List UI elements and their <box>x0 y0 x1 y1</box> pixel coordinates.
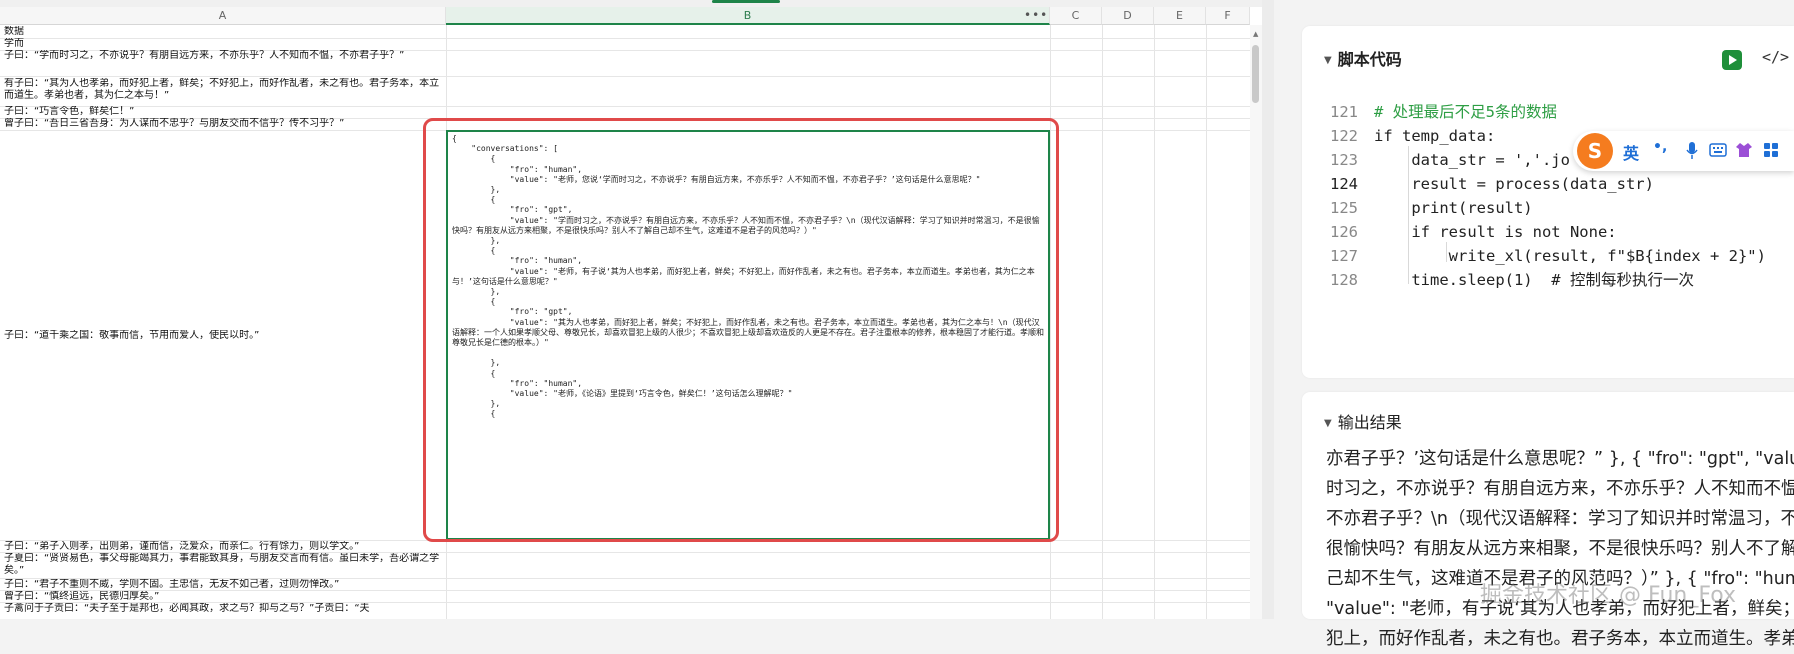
cell-a8[interactable]: 子曰：“弟子入则孝，出则弟，谨而信，泛爱众，而亲仁。行有馀力，则以学文。” <box>4 541 440 553</box>
gridline <box>1206 25 1207 619</box>
cell-a2[interactable]: 学而 <box>4 38 440 50</box>
spreadsheet[interactable]: A B ••• C D E F 数据 学而 子曰：“学而时习之，不亦说乎？有朋自… <box>0 0 1262 619</box>
toolbox-grid-icon[interactable] <box>1763 142 1779 158</box>
ime-punct-toggle[interactable]: •, <box>1653 139 1667 155</box>
play-icon <box>1729 55 1737 65</box>
code-line-current[interactable]: 124 result = process(data_str) <box>1302 172 1794 196</box>
output-line: 亦君子乎？’这句话是什么意思呢？” }, { "fro": "gpt", "va… <box>1326 449 1794 469</box>
column-header-e[interactable]: E <box>1154 7 1206 25</box>
output-line: 不亦君子乎？\n（现代汉语解释：学习了知识并时常温习，不是 <box>1326 509 1794 529</box>
watermark-text: 掘金技术社区 @ Fun_Fox <box>1480 583 1736 608</box>
code-line[interactable]: 126 if result is not None: <box>1302 220 1794 244</box>
output-line: 很愉快吗？有朋友从远方来相聚，不是很快乐吗？别人不了解自 <box>1326 539 1794 559</box>
cell-a9[interactable]: 子夏曰：“贤贤易色，事父母能竭其力，事君能致其身，与朋友交言而有信。虽曰未学，吾… <box>4 553 440 579</box>
cell-a5[interactable]: 子曰：“巧言令色，鲜矣仁！” <box>4 106 440 118</box>
column-header-c[interactable]: C <box>1050 7 1102 25</box>
cell-a1[interactable]: 数据 <box>4 26 440 38</box>
gridline <box>1154 25 1155 619</box>
column-header-f[interactable]: F <box>1206 7 1250 25</box>
ime-lang-toggle[interactable]: 英 <box>1623 140 1639 164</box>
skin-shirt-icon[interactable] <box>1735 141 1753 159</box>
collapse-triangle-icon[interactable]: ▼ <box>1324 55 1332 66</box>
cell-a11[interactable]: 曾子曰：“慎终追远，民德归厚矣。” <box>4 591 440 603</box>
script-panel-title: 脚本代码 <box>1337 50 1402 69</box>
sheet-top-strip <box>0 0 1262 7</box>
script-panel: ▼ 脚本代码 </> 121 # 处理最后不足5条的数据 122 if temp_da… <box>1302 26 1794 378</box>
scrollbar-thumb[interactable] <box>1252 45 1259 103</box>
microphone-icon[interactable] <box>1685 141 1699 161</box>
output-line: 犯上，而好作乱者，未之有也。君子务本，本立而道生。孝弟 <box>1326 629 1794 649</box>
output-line: 时习之，不亦说乎？有朋自远方来，不亦乐乎？人不知而不愠， <box>1326 479 1794 499</box>
vertical-scrollbar[interactable]: ▲ <box>1250 25 1262 619</box>
collapse-triangle-icon[interactable]: ▼ <box>1324 418 1332 429</box>
gridline <box>0 76 1250 77</box>
code-line[interactable]: 125 print(result) <box>1302 196 1794 220</box>
output-panel-header[interactable]: ▼ 输出结果 <box>1324 409 1402 433</box>
sogou-logo-icon[interactable]: S <box>1577 133 1613 169</box>
column-header-a[interactable]: A <box>0 7 446 25</box>
column-header-d[interactable]: D <box>1102 7 1154 25</box>
scroll-up-icon[interactable]: ▲ <box>1253 30 1258 38</box>
cell-a12[interactable]: 子禽问于子贡曰：“夫子至于是邦也，必闻其政，求之与？抑与之与？”子贡曰：“夫 <box>4 603 440 619</box>
panel-divider <box>1262 0 1274 619</box>
cell-a10[interactable]: 子曰：“君子不重则不威，学则不固。主忠信，无友不如己者，过则勿惮改。” <box>4 579 440 591</box>
gridline <box>1102 25 1103 619</box>
highlight-annotation-box <box>423 118 1059 542</box>
output-panel-title: 输出结果 <box>1337 413 1402 432</box>
selected-column-marker <box>712 0 780 3</box>
cell-a3[interactable]: 子曰：“学而时习之，不亦说乎？有朋自远方来，不亦乐乎？人不知而不愠，不亦君子乎？… <box>4 50 440 76</box>
column-more-icon[interactable]: ••• <box>1024 8 1048 22</box>
cell-a6[interactable]: 曾子曰：“吾日三省吾身：为人谋而不忠乎？与朋友交而不信乎？传不习乎？” <box>4 118 440 130</box>
run-button[interactable] <box>1722 50 1742 70</box>
code-line[interactable]: 127 write_xl(result, f"$B{index + 2}") <box>1302 244 1794 268</box>
code-line[interactable]: 128 time.sleep(1) # 控制每秒执行一次 <box>1302 268 1794 292</box>
keyboard-icon[interactable] <box>1709 143 1727 157</box>
ime-toolbar[interactable]: S 英 •, <box>1573 131 1794 171</box>
script-panel-header[interactable]: ▼ 脚本代码 <box>1324 46 1402 70</box>
column-header-b[interactable]: B <box>446 7 1050 25</box>
output-text[interactable]: 亦君子乎？’这句话是什么意思呢？” }, { "fro": "gpt", "va… <box>1326 444 1794 654</box>
code-toggle-icon[interactable]: </> <box>1762 48 1789 66</box>
cell-a4[interactable]: 有子曰：“其为人也孝弟，而好犯上者，鲜矣；不好犯上，而好作乱者，未之有也。君子务… <box>4 78 440 106</box>
code-line[interactable]: 121 # 处理最后不足5条的数据 <box>1302 100 1794 124</box>
cell-a7[interactable]: 子曰：“道千乘之国：敬事而信，节用而爱人，使民以时。” <box>4 330 440 342</box>
